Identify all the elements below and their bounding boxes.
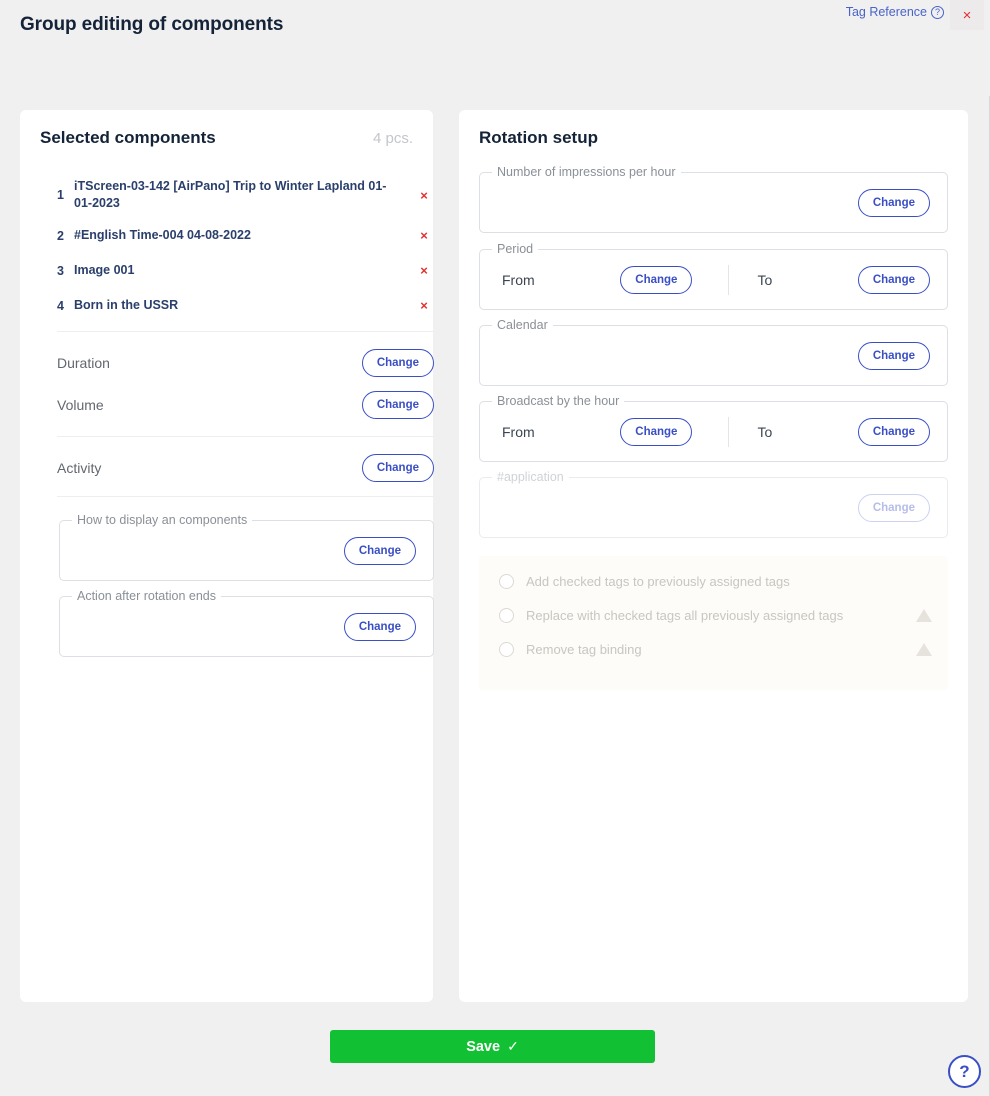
warning-triangle-icon bbox=[916, 642, 932, 656]
list-item-label: Born in the USSR bbox=[74, 298, 179, 312]
how-to-display-fieldset: How to display an components Change bbox=[59, 513, 434, 581]
divider bbox=[57, 436, 434, 437]
save-button-label: Save bbox=[466, 1038, 501, 1055]
divider bbox=[728, 416, 730, 447]
radio-option-label: Remove tag binding bbox=[526, 641, 642, 657]
activity-label: Activity bbox=[57, 460, 102, 476]
radio-option-remove-binding: Remove tag binding bbox=[499, 638, 934, 660]
list-item-index: 2 bbox=[57, 228, 64, 243]
list-item[interactable]: 3 Image 001 × bbox=[57, 253, 434, 288]
group-edit-dialog: Group editing of components Tag Referenc… bbox=[0, 0, 990, 1096]
change-activity-button[interactable]: Change bbox=[361, 454, 434, 482]
divider bbox=[728, 264, 730, 295]
check-icon: ✓ bbox=[507, 1038, 519, 1054]
selected-components-header: Selected components 4 pcs. bbox=[40, 128, 413, 148]
change-impressions-button[interactable]: Change bbox=[857, 188, 930, 217]
period-to-label: To bbox=[757, 271, 773, 288]
question-mark-icon: ? bbox=[959, 1061, 970, 1081]
selected-components-panel: Selected components 4 pcs. 1 iTScreen-03… bbox=[20, 110, 434, 1002]
radio-option-label: Add checked tags to previously assigned … bbox=[526, 573, 790, 589]
change-duration-button[interactable]: Change bbox=[361, 349, 434, 377]
rotation-setup-header: Rotation setup bbox=[479, 128, 948, 148]
radio-button-icon bbox=[499, 573, 514, 589]
tag-reference-label: Tag Reference bbox=[845, 5, 927, 19]
radio-option-replace-tags: Replace with checked tags all previously… bbox=[499, 604, 934, 626]
page-title: Group editing of components bbox=[20, 14, 284, 35]
dialog-titlebar: Group editing of components Tag Referenc… bbox=[0, 0, 990, 96]
help-button[interactable]: ? bbox=[948, 1055, 981, 1088]
change-broadcast-from-button[interactable]: Change bbox=[620, 417, 693, 446]
change-calendar-button[interactable]: Change bbox=[857, 341, 930, 370]
change-application-button: Change bbox=[857, 493, 930, 522]
list-item[interactable]: 1 iTScreen-03-142 [AirPano] Trip to Wint… bbox=[57, 172, 434, 218]
selected-components-title: Selected components bbox=[40, 128, 216, 147]
change-action-after-rotation-button[interactable]: Change bbox=[343, 612, 416, 641]
volume-row: Volume Change bbox=[57, 390, 434, 420]
change-period-from-button[interactable]: Change bbox=[620, 265, 693, 294]
close-icon[interactable]: × bbox=[950, 0, 984, 30]
calendar-fieldset: Calendar Change bbox=[479, 318, 948, 386]
radio-button-icon bbox=[499, 607, 514, 623]
list-item-index: 1 bbox=[57, 188, 64, 202]
change-broadcast-to-button[interactable]: Change bbox=[857, 417, 930, 446]
change-volume-button[interactable]: Change bbox=[361, 391, 434, 419]
tag-reference-link[interactable]: Tag Reference ? bbox=[846, 5, 944, 19]
list-item-label: iTScreen-03-142 [AirPano] Trip to Winter… bbox=[74, 179, 387, 210]
action-after-rotation-fieldset: Action after rotation ends Change bbox=[59, 589, 434, 657]
selected-components-list: 1 iTScreen-03-142 [AirPano] Trip to Wint… bbox=[57, 172, 434, 323]
question-circle-icon: ? bbox=[931, 5, 944, 19]
save-button[interactable]: Save ✓ bbox=[330, 1030, 655, 1063]
list-item-index: 3 bbox=[57, 263, 64, 278]
application-fieldset: #application Change bbox=[479, 470, 948, 538]
broadcast-by-hour-fieldset: Broadcast by the hour From Change To Cha… bbox=[479, 394, 948, 462]
duration-row: Duration Change bbox=[57, 348, 434, 378]
change-how-to-display-button[interactable]: Change bbox=[343, 536, 416, 565]
duration-label: Duration bbox=[57, 355, 110, 371]
warning-triangle-icon bbox=[916, 608, 932, 622]
divider bbox=[57, 331, 434, 332]
tag-assignment-options: Add checked tags to previously assigned … bbox=[479, 556, 948, 690]
rotation-setup-title: Rotation setup bbox=[479, 128, 598, 147]
remove-component-icon[interactable]: × bbox=[414, 228, 434, 243]
selected-components-count: 4 pcs. bbox=[372, 130, 413, 147]
period-from-label: From bbox=[502, 271, 535, 288]
impressions-per-hour-fieldset: Number of impressions per hour Change bbox=[479, 165, 948, 233]
list-item-label: #English Time-004 04-08-2022 bbox=[74, 228, 251, 242]
list-item[interactable]: 4 Born in the USSR × bbox=[57, 288, 434, 323]
radio-option-add-tags: Add checked tags to previously assigned … bbox=[499, 570, 934, 592]
divider bbox=[57, 496, 434, 497]
change-period-to-button[interactable]: Change bbox=[857, 265, 930, 294]
remove-component-icon[interactable]: × bbox=[414, 298, 434, 313]
list-item[interactable]: 2 #English Time-004 04-08-2022 × bbox=[57, 218, 434, 253]
activity-row: Activity Change bbox=[57, 453, 434, 483]
radio-button-icon bbox=[499, 641, 514, 657]
list-item-label: Image 001 bbox=[74, 263, 135, 277]
period-fieldset: Period From Change To Change bbox=[479, 242, 948, 310]
volume-label: Volume bbox=[57, 397, 104, 413]
remove-component-icon[interactable]: × bbox=[414, 263, 434, 278]
radio-option-label: Replace with checked tags all previously… bbox=[526, 607, 844, 623]
broadcast-to-label: To bbox=[757, 423, 773, 440]
remove-component-icon[interactable]: × bbox=[414, 188, 434, 203]
broadcast-from-label: From bbox=[502, 423, 535, 440]
list-item-index: 4 bbox=[57, 298, 64, 313]
